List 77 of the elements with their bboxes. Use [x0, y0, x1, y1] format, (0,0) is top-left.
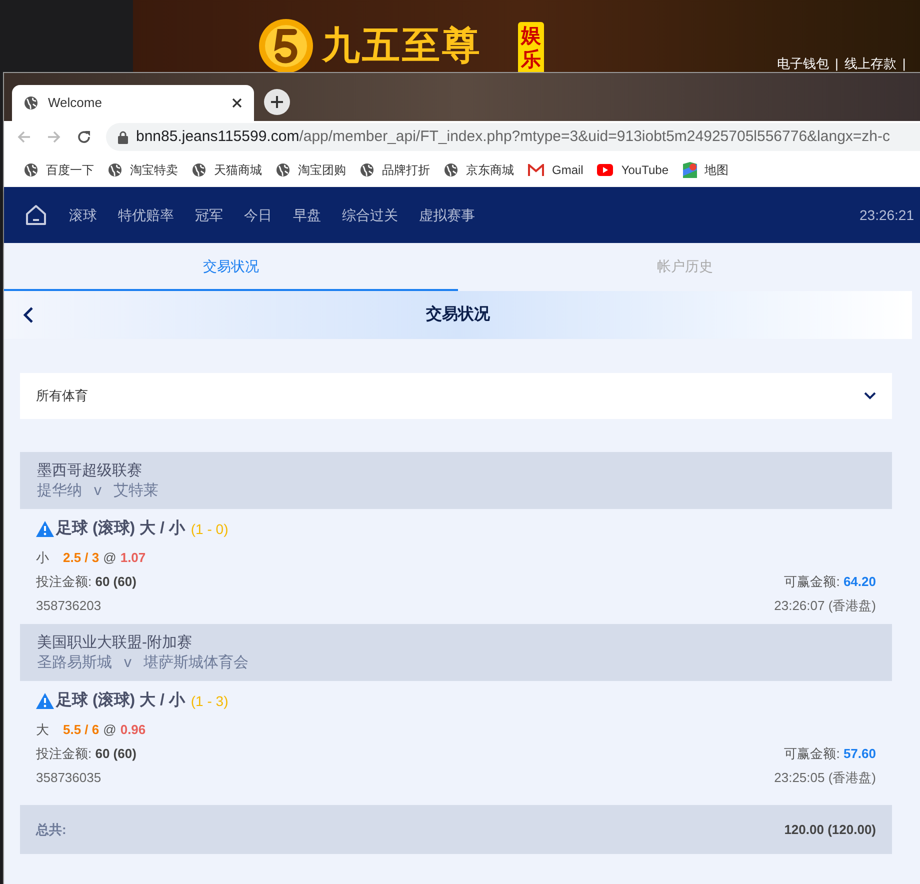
- ticket-number: 358736035: [36, 769, 102, 788]
- nav-item[interactable]: 早盘: [293, 204, 321, 226]
- total-value: 120.00 (120.00): [784, 820, 876, 839]
- separator: |: [835, 55, 838, 73]
- handicap-line: 5.5 / 6: [63, 721, 100, 740]
- nav-item[interactable]: 滚球: [69, 204, 97, 226]
- bookmark[interactable]: 淘宝团购: [276, 161, 346, 179]
- sport-dropdown[interactable]: 所有体育: [20, 373, 892, 419]
- banner-link[interactable]: 线上存款: [844, 54, 896, 74]
- at-sign: @: [103, 549, 116, 568]
- bookmark[interactable]: 淘宝特卖: [108, 161, 178, 179]
- page-title: 交易状况: [426, 304, 490, 325]
- score-text: (1 - 3): [190, 692, 228, 711]
- browser-tab[interactable]: Welcome: [12, 85, 254, 121]
- globe-icon: [444, 163, 458, 177]
- odds-value: 1.07: [120, 549, 146, 568]
- tab-globe-icon: [24, 96, 38, 110]
- lock-icon: [118, 130, 128, 144]
- league-name: 美国职业大联盟-附加赛: [37, 632, 193, 652]
- logo-icon: [258, 18, 314, 74]
- url-text: bnn85.jeans115599.com/app/member_api/FT_index.php?mtype=3&uid=913iobt5m24925705l556776&langx=zh-c: [136, 126, 890, 147]
- total-label: 总共:: [36, 820, 66, 839]
- team-name: 圣路易斯城: [37, 652, 112, 672]
- bookmark[interactable]: YouTube: [597, 161, 668, 179]
- bookmark[interactable]: 地图: [682, 161, 728, 179]
- warning-icon: [36, 693, 54, 709]
- globe-icon: [360, 163, 374, 177]
- league-name: 墨西哥超级联赛: [37, 460, 143, 480]
- stake-text: 投注金额: 60 (60): [36, 573, 136, 592]
- reload-icon[interactable]: [76, 129, 92, 145]
- warning-icon: [36, 521, 54, 537]
- score-text: (1 - 0): [190, 520, 228, 539]
- map-icon: [682, 162, 696, 178]
- team-name: 提华纳: [37, 480, 82, 500]
- team-name: 艾特莱: [114, 480, 158, 500]
- globe-icon: [108, 163, 122, 177]
- market-title: 足球 (滚球) 大 / 小: [56, 690, 185, 711]
- bookmark[interactable]: 天猫商城: [192, 161, 262, 179]
- clock-text: 23:26:21: [860, 206, 914, 224]
- separator: |: [902, 55, 906, 73]
- bookmark[interactable]: Gmail: [528, 161, 584, 179]
- bookmark[interactable]: 品牌打折: [360, 161, 430, 179]
- bet-side: 大: [36, 721, 49, 740]
- address-bar[interactable]: bnn85.jeans115599.com/app/member_api/FT_index.php?mtype=3&uid=913iobt5m24925705l556776&langx=zh-c: [106, 123, 920, 151]
- ticket-number: 358736203: [36, 597, 102, 616]
- nav-item[interactable]: 虚拟赛事: [419, 204, 475, 226]
- logo-text: 九五至尊: [322, 24, 482, 69]
- odds-value: 0.96: [120, 721, 146, 740]
- banner-link[interactable]: 电子钱包: [777, 54, 829, 74]
- versus-text: v: [94, 480, 102, 500]
- nav-item[interactable]: 今日: [244, 204, 272, 226]
- globe-icon: [24, 163, 38, 177]
- play-icon: [597, 164, 614, 176]
- bet-side: 小: [36, 549, 49, 568]
- handicap-line: 2.5 / 3: [63, 549, 100, 568]
- home-icon[interactable]: [24, 203, 48, 227]
- at-sign: @: [103, 721, 116, 740]
- stake-text: 投注金额: 60 (60): [36, 745, 136, 764]
- plus-icon: [270, 95, 284, 109]
- bet-time: 23:25:05 (香港盘): [774, 769, 876, 788]
- globe-icon: [276, 163, 290, 177]
- bookmark[interactable]: 百度一下: [24, 161, 94, 179]
- chevron-down-icon: [864, 392, 876, 400]
- nav-item[interactable]: 综合过关: [342, 204, 398, 226]
- market-title: 足球 (滚球) 大 / 小: [56, 518, 185, 539]
- close-icon[interactable]: [232, 98, 242, 108]
- mail-icon: [528, 164, 544, 176]
- bookmark[interactable]: 京东商城: [444, 161, 514, 179]
- globe-icon: [192, 163, 206, 177]
- versus-text: v: [124, 652, 132, 672]
- win-text: 可赢金额: 64.20: [784, 573, 876, 592]
- nav-item[interactable]: 特优赔率: [118, 204, 174, 226]
- team-name: 堪萨斯城体育会: [144, 652, 248, 672]
- nav-item[interactable]: 冠军: [195, 204, 223, 226]
- bet-time: 23:26:07 (香港盘): [774, 597, 876, 616]
- win-text: 可赢金额: 57.60: [784, 745, 876, 764]
- new-tab-button[interactable]: [264, 89, 290, 115]
